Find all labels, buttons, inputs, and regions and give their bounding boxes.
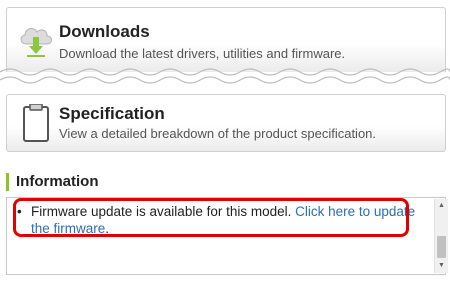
information-heading: Information bbox=[6, 173, 99, 191]
torn-edge-divider bbox=[0, 68, 450, 84]
cloud-download-icon bbox=[17, 20, 55, 60]
specification-title[interactable]: Specification bbox=[59, 104, 165, 124]
scrollbar[interactable]: ▲ ▼ bbox=[434, 199, 448, 273]
specification-card[interactable]: Specification View a detailed breakdown … bbox=[6, 94, 446, 152]
specification-description: View a detailed breakdown of the product… bbox=[59, 126, 377, 141]
scroll-up-arrow-icon[interactable]: ▲ bbox=[435, 200, 448, 212]
downloads-card[interactable]: Downloads Download the latest drivers, u… bbox=[6, 7, 446, 72]
scroll-thumb[interactable] bbox=[437, 236, 446, 258]
document-icon bbox=[17, 103, 55, 144]
downloads-title[interactable]: Downloads bbox=[59, 22, 150, 42]
red-highlight-outline bbox=[13, 198, 409, 237]
scroll-down-arrow-icon[interactable]: ▼ bbox=[435, 260, 448, 272]
downloads-description: Download the latest drivers, utilities a… bbox=[59, 46, 346, 61]
